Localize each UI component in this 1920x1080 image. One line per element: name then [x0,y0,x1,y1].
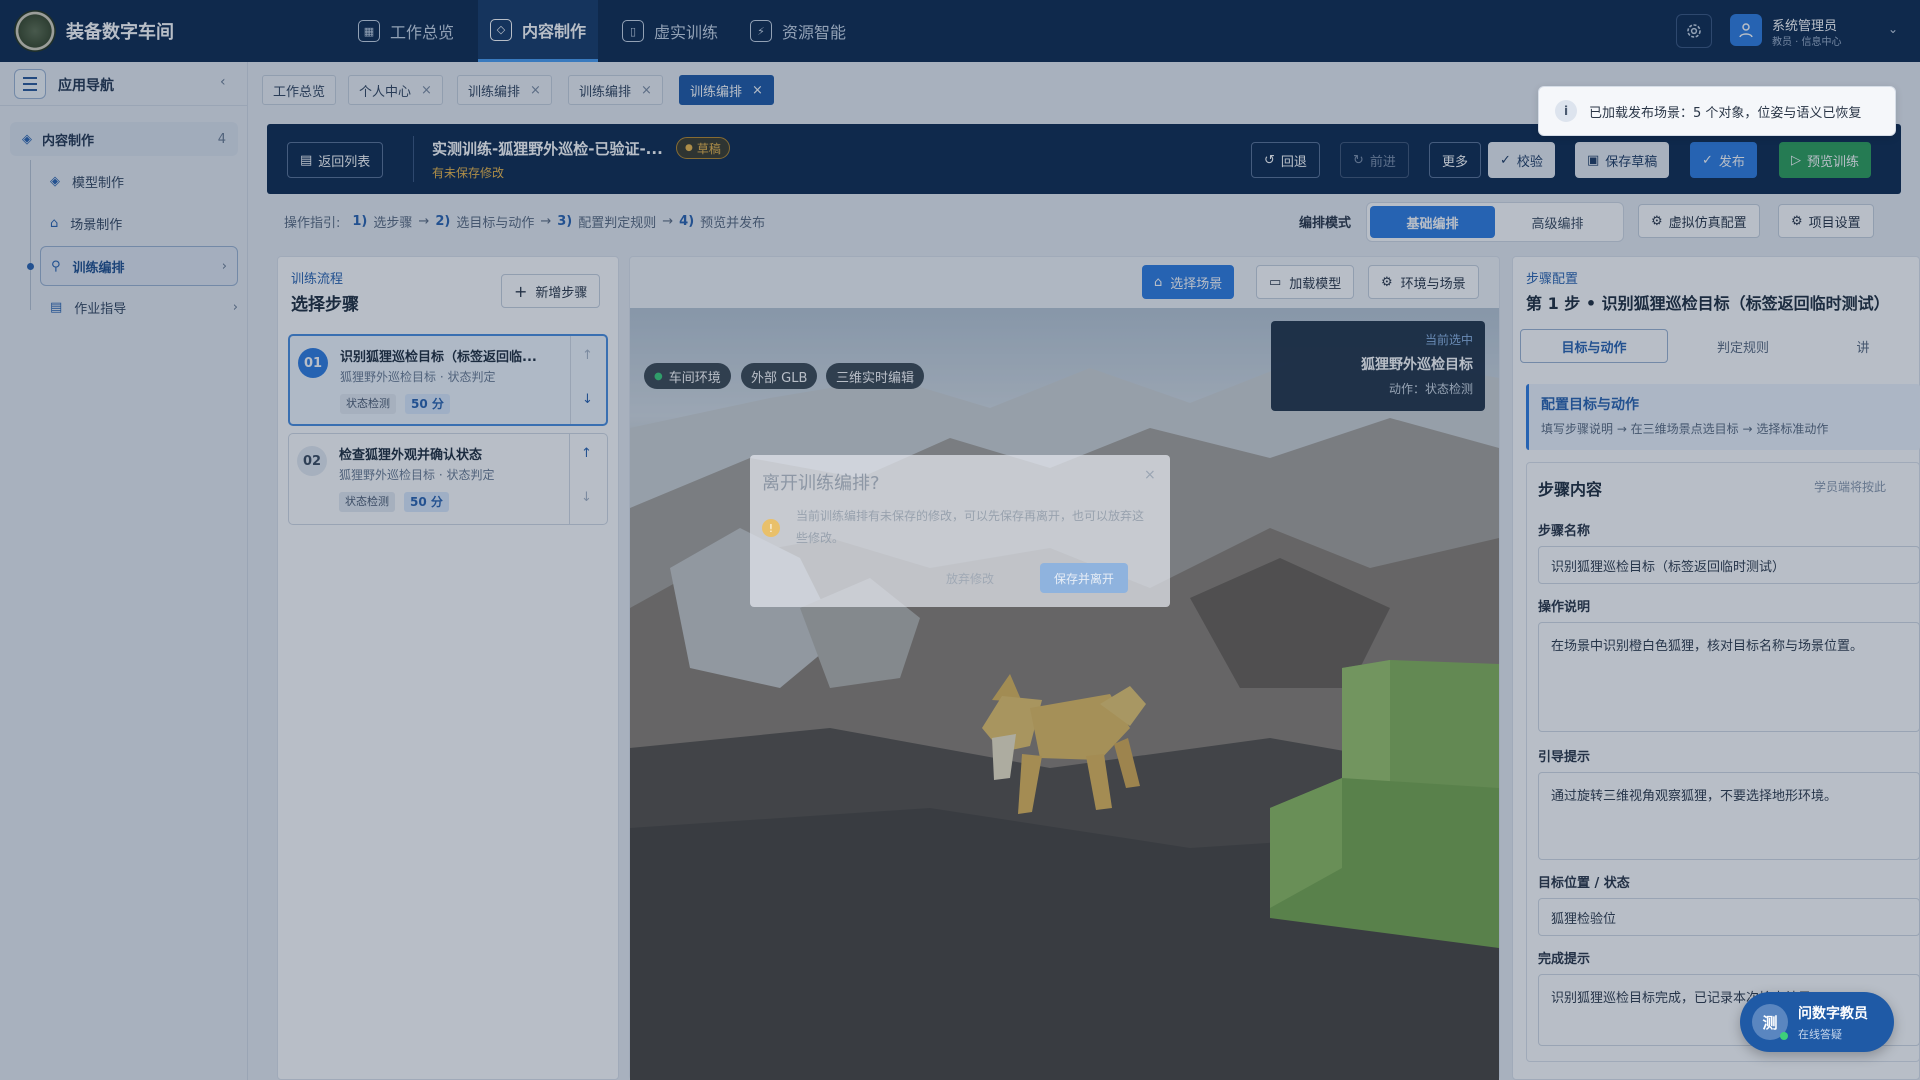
info-icon: i [1555,100,1577,122]
assistant-subtitle: 在线答疑 [1798,1027,1842,1041]
assistant-avatar: 测 [1752,1004,1788,1040]
discard-button[interactable]: 放弃修改 [936,563,1004,593]
dialog-title: 离开训练编排? [762,473,880,494]
assistant-title: 问数字教员 [1798,1005,1868,1022]
dialog-body: 当前训练编排有未保存的修改，可以先保存再离开，也可以放弃这些修改。 [796,509,1145,545]
assistant-button[interactable]: 测 问数字教员 在线答疑 [1740,992,1894,1052]
warning-icon: ! [762,519,780,537]
save-and-leave-button[interactable]: 保存并离开 [1040,563,1129,593]
leave-dialog: 离开训练编排? × ! 当前训练编排有未保存的修改，可以先保存再离开，也可以放弃… [750,455,1170,607]
online-dot [1780,1032,1788,1040]
close-icon[interactable]: × [1144,467,1156,483]
info-toast: i 已加载发布场景：5 个对象，位姿与语义已恢复 [1538,86,1896,136]
